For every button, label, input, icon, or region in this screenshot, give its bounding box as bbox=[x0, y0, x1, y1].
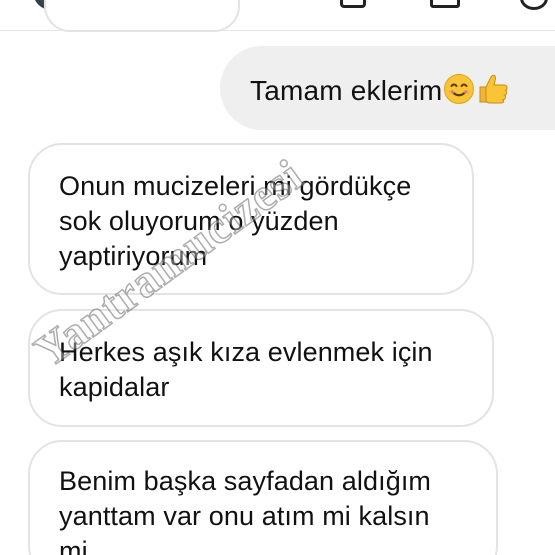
thumbs-up-icon bbox=[476, 72, 510, 113]
message-text-content: Tamam eklerim bbox=[250, 74, 443, 106]
incoming-message-bubble[interactable]: Benim başka sayfadan aldığım yanttam var… bbox=[28, 440, 498, 555]
chat-icon[interactable] bbox=[430, 0, 460, 8]
message-text: Benim başka sayfadan aldığım yanttam var… bbox=[59, 466, 432, 555]
previous-message-bubble bbox=[44, 0, 240, 32]
video-call-icon[interactable] bbox=[340, 0, 366, 8]
incoming-message-bubble[interactable]: Onun mucizeleri mi gördükçe sok oluyorum… bbox=[28, 143, 474, 295]
smiling-face-icon bbox=[443, 73, 475, 112]
message-text: Herkes aşık kıza evlenmek için kapidalar bbox=[59, 337, 433, 402]
message-text: Tamam eklerim bbox=[250, 72, 510, 113]
incoming-message-bubble[interactable]: Herkes aşık kıza evlenmek için kapidalar bbox=[28, 309, 494, 427]
outgoing-message-bubble[interactable]: Tamam eklerim bbox=[220, 46, 555, 130]
info-icon[interactable] bbox=[520, 0, 548, 10]
chat-screen: Tamam eklerim Onun mucizeleri mi gördükç… bbox=[0, 0, 555, 555]
message-text: Onun mucizeleri mi gördükçe sok oluyorum… bbox=[59, 171, 412, 271]
